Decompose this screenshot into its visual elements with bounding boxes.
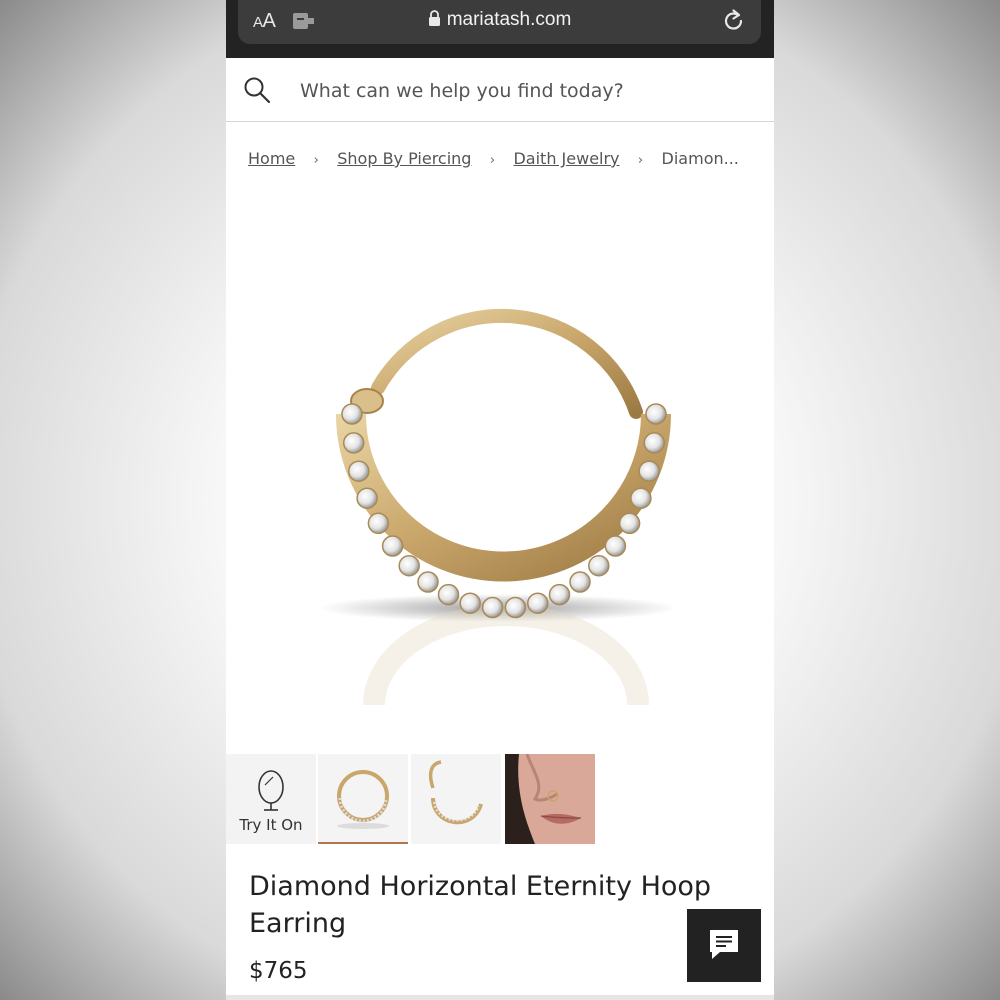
chat-icon <box>710 930 738 959</box>
ring-front-thumbnail-image <box>337 770 389 829</box>
site-search-bar <box>226 58 774 122</box>
diamond-gem <box>437 583 460 606</box>
model-wearing-thumbnail-image <box>505 754 595 844</box>
thumbnail-model-view[interactable] <box>505 754 595 844</box>
search-icon[interactable] <box>243 76 271 104</box>
mirror-icon <box>258 770 284 811</box>
browser-toolbar: AA mariatash.com <box>226 0 774 58</box>
diamond-gem <box>588 554 610 577</box>
breadcrumb-daith-jewelry-link[interactable]: Daith Jewelry <box>513 149 619 168</box>
url-text: mariatash.com <box>446 9 572 30</box>
hoop-ring <box>336 308 671 582</box>
phone-screen: AA mariatash.com What can we help you fi… <box>226 0 774 1000</box>
diamond-gem <box>342 432 365 454</box>
breadcrumb-shop-by-piercing-link[interactable]: Shop By Piercing <box>337 149 471 168</box>
address-bar[interactable]: AA mariatash.com <box>238 0 761 44</box>
diamond-gem <box>341 403 363 425</box>
diamond-gem <box>569 571 591 593</box>
diamond-gem <box>527 592 549 614</box>
diamond-gem <box>459 592 481 614</box>
breadcrumb-separator: › <box>637 153 644 168</box>
diamond-gem <box>643 432 666 454</box>
thumbnail-strip: Try It On <box>226 754 774 846</box>
diamond-gem <box>381 535 404 557</box>
breadcrumb: Home › Shop By Piercing › Daith Jewelry › Diam… <box>248 149 758 168</box>
product-title: Diamond Horizontal Eternity Hoop Earring <box>249 871 712 939</box>
diamond-gem <box>398 554 420 577</box>
url-display[interactable]: mariatash.com <box>238 9 761 31</box>
chat-button[interactable] <box>687 909 761 982</box>
search-input[interactable] <box>298 72 752 110</box>
diamond-gem <box>638 460 660 482</box>
breadcrumb-current: Diamon... <box>661 149 739 168</box>
diamond-gem <box>504 596 527 619</box>
diamond-gem <box>417 571 439 593</box>
diamond-gem <box>618 512 641 535</box>
try-it-on-button[interactable]: Try It On <box>226 754 316 844</box>
thumbnail-front-view[interactable] <box>318 754 408 844</box>
diamond-gem <box>356 487 378 509</box>
diamond-gem <box>367 512 390 535</box>
lock-icon <box>428 10 440 26</box>
diamond-gem <box>645 403 667 425</box>
product-price: $765 <box>249 958 308 984</box>
ring-reflection <box>363 604 649 706</box>
breadcrumb-separator: › <box>489 153 496 168</box>
diamond-gem <box>481 596 504 619</box>
page-bottom-edge <box>226 995 774 1000</box>
diamond-gem <box>604 535 627 557</box>
reload-icon[interactable] <box>721 8 747 34</box>
breadcrumb-home-link[interactable]: Home <box>248 149 295 168</box>
try-it-on-label: Try It On <box>239 816 303 834</box>
product-main-image[interactable] <box>226 200 774 750</box>
breadcrumb-separator: › <box>313 153 319 168</box>
diamond-gem <box>348 460 370 482</box>
diamond-gem <box>630 487 652 509</box>
ring-open-thumbnail-image <box>428 760 483 825</box>
diamond-gem <box>548 583 571 606</box>
thumbnail-side-view[interactable] <box>411 754 501 844</box>
